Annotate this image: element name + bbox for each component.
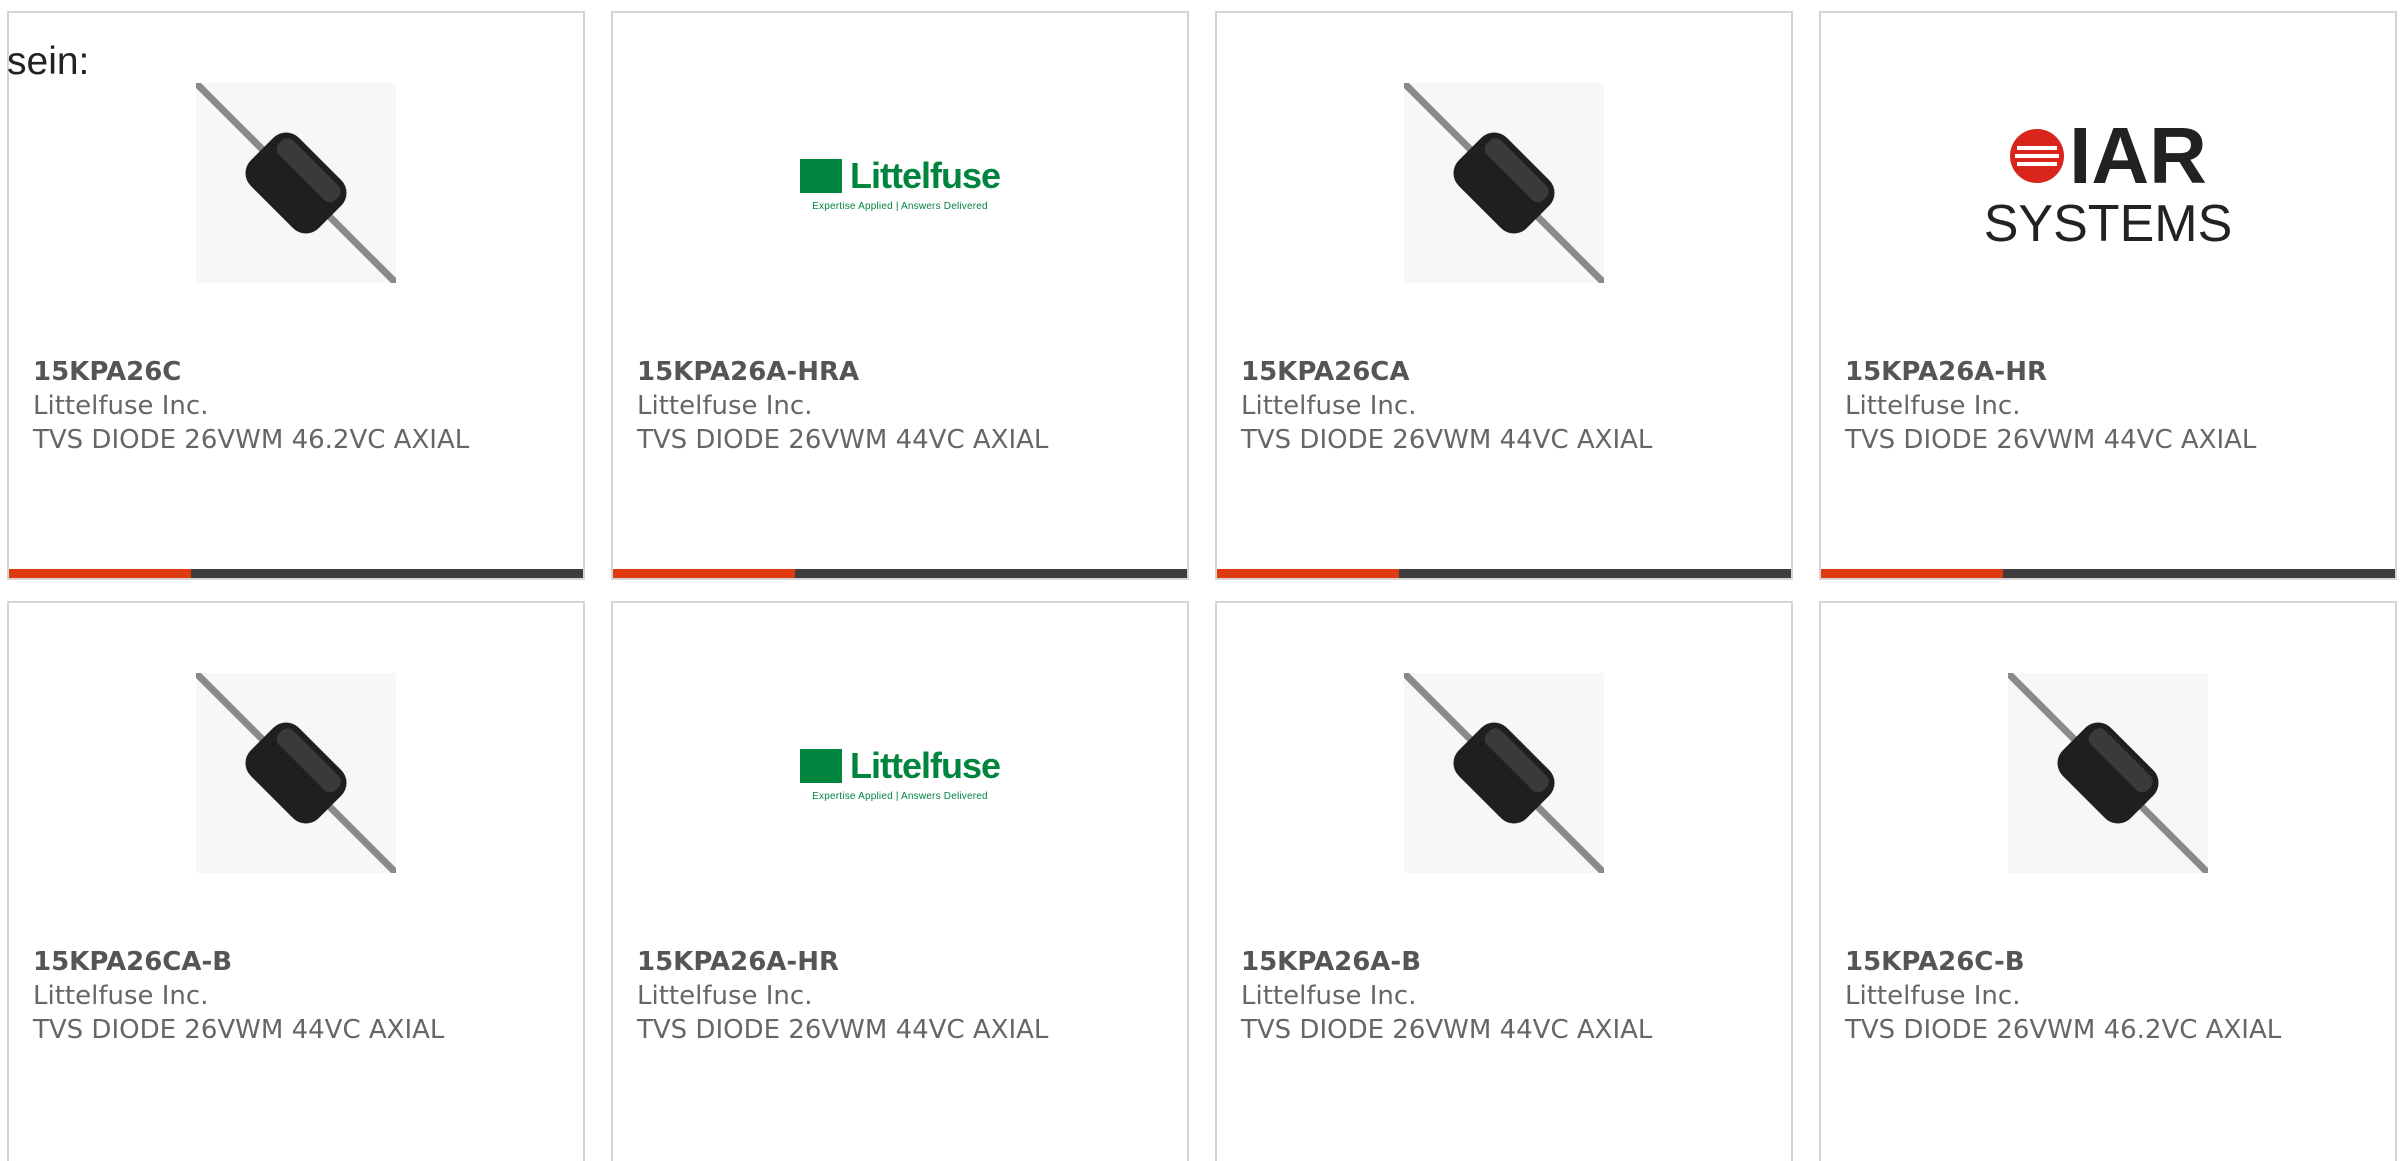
manufacturer: Littelfuse Inc. xyxy=(1241,391,1417,421)
diode-photo xyxy=(194,671,398,875)
diode-photo xyxy=(2006,671,2210,875)
iar-mark-icon xyxy=(2010,129,2065,183)
littelfuse-logo: Littelfuse Expertise Applied | Answers D… xyxy=(799,155,1001,212)
product-card[interactable]: 15KPA26CA Littelfuse Inc. TVS DIODE 26VW… xyxy=(1215,11,1793,580)
part-number-link[interactable]: 15KPA26CA-B xyxy=(33,947,232,977)
product-grid-page: sein: 15KPA26C Littelfuse Inc. TVS DIODE… xyxy=(0,0,2400,1161)
littelfuse-mark-icon xyxy=(799,748,842,783)
iar-systems-logo: IAR SYSTEMS xyxy=(1983,111,2233,253)
product-image[interactable] xyxy=(9,663,583,883)
manufacturer: Littelfuse Inc. xyxy=(637,981,813,1011)
littelfuse-mark-icon xyxy=(799,158,842,193)
product-image[interactable]: Littelfuse Expertise Applied | Answers D… xyxy=(613,73,1187,293)
diode-photo xyxy=(194,81,398,285)
product-image[interactable]: Littelfuse Expertise Applied | Answers D… xyxy=(613,663,1187,883)
card-bottom-bar xyxy=(9,569,583,578)
diode-photo xyxy=(1402,81,1606,285)
product-card[interactable]: 15KPA26C Littelfuse Inc. TVS DIODE 26VWM… xyxy=(7,11,585,580)
product-image[interactable]: IAR SYSTEMS xyxy=(1821,73,2395,293)
product-image[interactable] xyxy=(1217,73,1791,293)
description: TVS DIODE 26VWM 46.2VC AXIAL xyxy=(1845,1015,2282,1045)
description: TVS DIODE 26VWM 46.2VC AXIAL xyxy=(33,425,470,455)
intro-text: sein: xyxy=(7,40,90,83)
part-number-link[interactable]: 15KPA26A-HR xyxy=(637,947,839,977)
product-card[interactable]: 15KPA26CA-B Littelfuse Inc. TVS DIODE 26… xyxy=(7,601,585,1161)
product-grid: 15KPA26C Littelfuse Inc. TVS DIODE 26VWM… xyxy=(7,11,2400,1161)
manufacturer: Littelfuse Inc. xyxy=(637,391,813,421)
part-number-link[interactable]: 15KPA26A-HRA xyxy=(637,357,859,387)
diode-photo xyxy=(1402,671,1606,875)
product-card[interactable]: 15KPA26A-B Littelfuse Inc. TVS DIODE 26V… xyxy=(1215,601,1793,1161)
manufacturer: Littelfuse Inc. xyxy=(1845,981,2021,1011)
description: TVS DIODE 26VWM 44VC AXIAL xyxy=(33,1015,445,1045)
description: TVS DIODE 26VWM 44VC AXIAL xyxy=(1241,425,1653,455)
part-number-link[interactable]: 15KPA26C xyxy=(33,357,181,387)
card-bottom-bar xyxy=(1217,569,1791,578)
description: TVS DIODE 26VWM 44VC AXIAL xyxy=(1845,425,2257,455)
product-card[interactable]: Littelfuse Expertise Applied | Answers D… xyxy=(611,601,1189,1161)
product-image[interactable] xyxy=(9,73,583,293)
part-number-link[interactable]: 15KPA26CA xyxy=(1241,357,1410,387)
manufacturer: Littelfuse Inc. xyxy=(33,981,209,1011)
description: TVS DIODE 26VWM 44VC AXIAL xyxy=(637,425,1049,455)
description: TVS DIODE 26VWM 44VC AXIAL xyxy=(1241,1015,1653,1045)
product-card[interactable]: Littelfuse Expertise Applied | Answers D… xyxy=(611,11,1189,580)
littelfuse-logo: Littelfuse Expertise Applied | Answers D… xyxy=(799,745,1001,802)
product-card[interactable]: 15KPA26C-B Littelfuse Inc. TVS DIODE 26V… xyxy=(1819,601,2397,1161)
product-image[interactable] xyxy=(1821,663,2395,883)
manufacturer: Littelfuse Inc. xyxy=(1241,981,1417,1011)
part-number-link[interactable]: 15KPA26A-HR xyxy=(1845,357,2047,387)
product-image[interactable] xyxy=(1217,663,1791,883)
part-number-link[interactable]: 15KPA26C-B xyxy=(1845,947,2025,977)
card-bottom-bar xyxy=(613,569,1187,578)
product-card[interactable]: IAR SYSTEMS 15KPA26A-HR Littelfuse Inc. … xyxy=(1819,11,2397,580)
card-bottom-bar xyxy=(1821,569,2395,578)
description: TVS DIODE 26VWM 44VC AXIAL xyxy=(637,1015,1049,1045)
manufacturer: Littelfuse Inc. xyxy=(33,391,209,421)
part-number-link[interactable]: 15KPA26A-B xyxy=(1241,947,1421,977)
manufacturer: Littelfuse Inc. xyxy=(1845,391,2021,421)
